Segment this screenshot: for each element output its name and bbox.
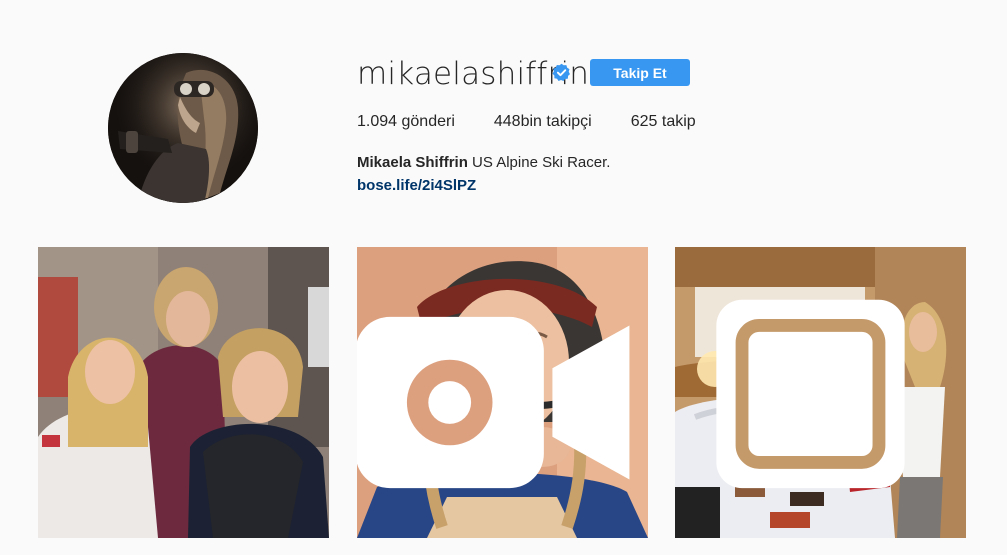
profile-stats: 1.094 gönderi 448bin takipçi 625 takip	[357, 112, 735, 132]
profile-bio: Mikaela Shiffrin US Alpine Ski Racer.	[357, 152, 610, 174]
video-camera-icon	[357, 316, 630, 489]
post-thumbnail-2[interactable]	[357, 247, 648, 538]
followers-count-value: 448bin	[493, 113, 542, 130]
profile-full-name: Mikaela Shiffrin	[357, 154, 468, 171]
profile-website-link[interactable]: bose.life/2i4SlPZ	[357, 175, 476, 197]
posts-count-value: 1.094	[357, 113, 398, 130]
followers-count-label: takipçi	[546, 113, 592, 130]
profile-avatar[interactable]	[108, 53, 258, 203]
followers-link[interactable]: 448bin takipçi	[494, 112, 592, 132]
post-thumbnail-1[interactable]	[38, 247, 329, 538]
profile-page: mikaelashiffrin Takip Et 1.094 gönderi 4…	[0, 0, 1007, 555]
following-count-value: 625	[630, 113, 658, 130]
posts-count: 1.094 gönderi	[357, 112, 455, 132]
following-link[interactable]: 625 takip	[631, 112, 696, 132]
profile-bio-text: US Alpine Ski Racer.	[472, 154, 611, 171]
multiple-photos-icon	[716, 299, 905, 489]
post-image-1	[38, 247, 329, 538]
posts-count-label: gönderi	[401, 113, 455, 130]
following-count-label: takip	[661, 113, 696, 130]
avatar-image	[108, 53, 258, 203]
post-thumbnail-3[interactable]	[675, 247, 966, 538]
verified-badge-icon	[552, 63, 570, 82]
follow-button[interactable]: Takip Et	[590, 59, 690, 86]
